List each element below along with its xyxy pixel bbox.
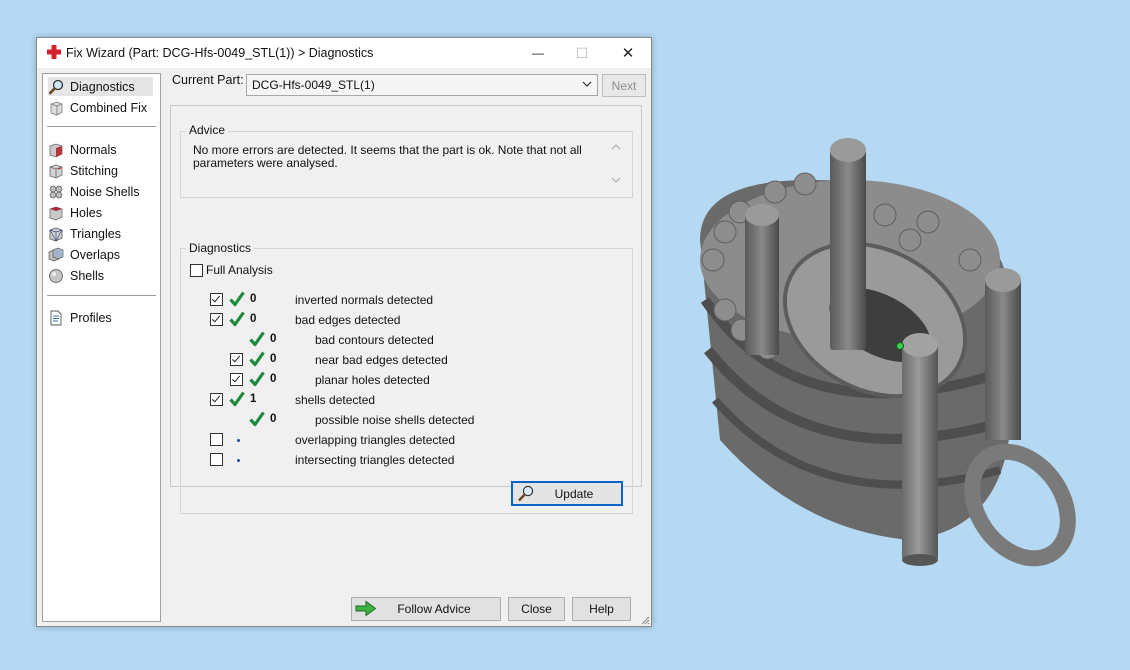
resize-grip-icon[interactable] xyxy=(640,615,650,625)
noise-shells-label: possible noise shells detected xyxy=(315,413,475,427)
planar-holes-checkbox[interactable] xyxy=(230,373,243,386)
green-check-icon xyxy=(229,291,245,307)
nav-divider xyxy=(47,295,156,296)
nav-item-label: Overlaps xyxy=(70,247,121,262)
planar-holes-count: 0 xyxy=(270,373,277,385)
green-check-icon xyxy=(229,311,245,327)
nav-item-profiles[interactable]: Profiles xyxy=(48,308,112,327)
maximize-button[interactable]: ☐ xyxy=(559,38,605,68)
triangles-cube-icon xyxy=(49,227,63,241)
full-analysis-checkbox[interactable] xyxy=(190,264,203,277)
inverted-normals-count: 0 xyxy=(250,293,257,305)
minimize-button[interactable]: — xyxy=(515,38,561,68)
holes-cube-icon xyxy=(49,206,63,220)
advice-title: Advice xyxy=(186,123,229,137)
nav-item-noise-shells[interactable]: Noise Shells xyxy=(48,182,139,201)
current-part-value: DCG-Hfs-0049_STL(1) xyxy=(252,78,375,92)
next-button[interactable]: Next xyxy=(602,74,646,97)
near-bad-edges-label: near bad edges detected xyxy=(315,353,448,367)
close-button[interactable]: Close xyxy=(508,597,565,621)
near-bad-edges-checkbox[interactable] xyxy=(230,353,243,366)
bad-edges-count: 0 xyxy=(250,313,257,325)
noise-shells-count: 0 xyxy=(270,413,277,425)
shells-label: shells detected xyxy=(295,393,376,407)
nav-item-label: Shells xyxy=(70,268,105,283)
green-check-icon xyxy=(249,371,265,387)
bad-edges-checkbox[interactable] xyxy=(210,313,223,326)
nav-item-label: Stitching xyxy=(70,163,118,178)
green-check-icon xyxy=(249,331,265,347)
nav-divider xyxy=(47,126,156,127)
intersecting-triangles-checkbox[interactable] xyxy=(210,453,223,466)
wizard-nav: Diagnostics Combined Fix Normals Stitchi… xyxy=(42,73,161,622)
document-icon xyxy=(50,310,62,325)
magnifier-icon xyxy=(48,79,64,95)
minimize-icon: — xyxy=(532,46,544,60)
update-button[interactable]: Update xyxy=(511,481,623,506)
pending-dot-icon xyxy=(237,439,240,442)
follow-advice-button[interactable]: Follow Advice xyxy=(351,597,501,621)
green-arrow-icon xyxy=(355,600,377,617)
current-part-dropdown[interactable]: DCG-Hfs-0049_STL(1) xyxy=(246,74,598,96)
nav-item-label: Noise Shells xyxy=(70,184,140,199)
scroll-down-icon[interactable] xyxy=(611,177,621,184)
stl-part-3d-render[interactable] xyxy=(680,120,1100,590)
diagnostics-panel: No more errors are detected. It seems th… xyxy=(170,105,642,514)
nav-item-holes[interactable]: Holes xyxy=(48,203,102,222)
maximize-icon: ☐ xyxy=(575,44,589,61)
green-check-icon xyxy=(249,411,265,427)
pending-dot-icon xyxy=(237,459,240,462)
normals-cube-icon xyxy=(49,143,63,157)
noise-shells-icon xyxy=(49,185,63,198)
nav-item-label: Diagnostics xyxy=(70,79,135,94)
overlaps-icon xyxy=(48,247,64,261)
intersecting-triangles-label: intersecting triangles detected xyxy=(295,453,455,467)
nav-item-label: Normals xyxy=(70,142,117,157)
scroll-up-icon[interactable] xyxy=(611,143,621,150)
nav-item-shells[interactable]: Shells xyxy=(48,266,104,285)
overlapping-triangles-label: overlapping triangles detected xyxy=(295,433,456,447)
nav-item-diagnostics[interactable]: Diagnostics xyxy=(48,77,153,96)
diagnostics-title: Diagnostics xyxy=(186,241,255,255)
inverted-normals-checkbox[interactable] xyxy=(210,293,223,306)
help-button[interactable]: Help xyxy=(572,597,631,621)
close-icon: ✕ xyxy=(621,45,635,62)
advice-text: No more errors are detected. It seems th… xyxy=(193,143,582,170)
nav-item-triangles[interactable]: Triangles xyxy=(48,224,121,243)
shells-icon xyxy=(49,268,63,283)
inverted-normals-label: inverted normals detected xyxy=(295,293,434,307)
nav-item-label: Profiles xyxy=(70,310,112,325)
nav-item-normals[interactable]: Normals xyxy=(48,140,117,159)
green-check-icon xyxy=(229,391,245,407)
nav-item-stitching[interactable]: Stitching xyxy=(48,161,118,180)
follow-advice-label: Follow Advice xyxy=(397,602,471,616)
shells-count: 1 xyxy=(250,393,257,405)
stitching-cube-icon xyxy=(49,164,63,178)
cube-icon xyxy=(50,101,63,115)
close-window-button[interactable]: ✕ xyxy=(605,38,651,68)
nav-item-label: Triangles xyxy=(70,226,121,241)
update-label: Update xyxy=(554,486,594,501)
overlapping-triangles-checkbox[interactable] xyxy=(210,433,223,446)
nav-item-combined-fix[interactable]: Combined Fix xyxy=(48,98,147,117)
chevron-down-icon xyxy=(582,81,592,87)
advice-group: No more errors are detected. It seems th… xyxy=(180,131,633,198)
title-bar[interactable]: Fix Wizard (Part: DCG-Hfs-0049_STL(1)) >… xyxy=(37,38,651,68)
bad-contours-count: 0 xyxy=(270,333,277,345)
nav-item-label: Combined Fix xyxy=(70,100,148,115)
window-title: Fix Wizard (Part: DCG-Hfs-0049_STL(1)) >… xyxy=(66,46,374,60)
red-cross-app-icon xyxy=(47,45,61,59)
full-analysis-label: Full Analysis xyxy=(206,263,273,277)
bad-edges-label: bad edges detected xyxy=(295,313,401,327)
magnifier-icon xyxy=(518,485,534,502)
near-bad-edges-count: 0 xyxy=(270,353,277,365)
fix-wizard-dialog: Fix Wizard (Part: DCG-Hfs-0049_STL(1)) >… xyxy=(36,37,652,627)
current-part-label: Current Part: xyxy=(172,73,244,87)
nav-item-overlaps[interactable]: Overlaps xyxy=(48,245,120,264)
bad-contours-label: bad contours detected xyxy=(315,333,434,347)
shells-checkbox[interactable] xyxy=(210,393,223,406)
green-check-icon xyxy=(249,351,265,367)
nav-item-label: Holes xyxy=(70,205,102,220)
planar-holes-label: planar holes detected xyxy=(315,373,430,387)
